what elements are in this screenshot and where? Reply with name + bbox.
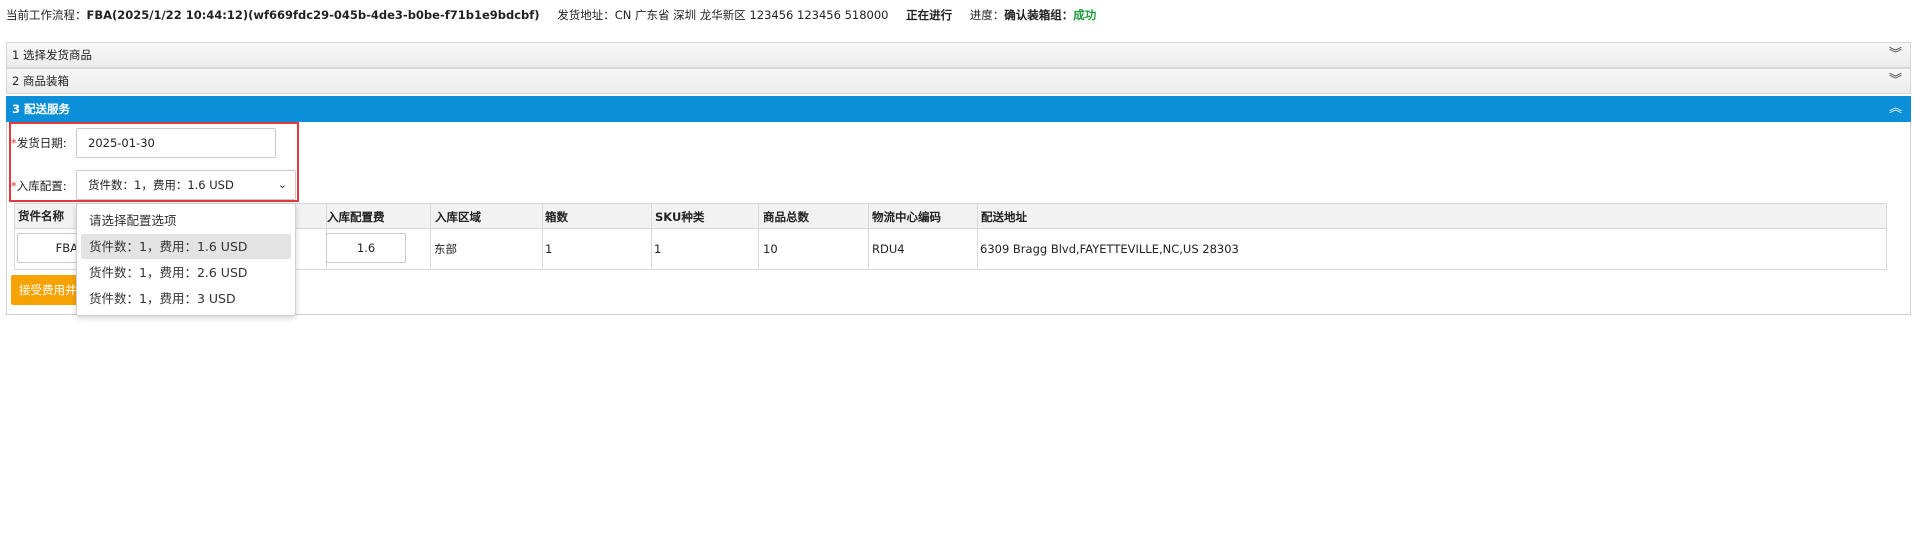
dropdown-option[interactable]: 请选择配置选项 xyxy=(81,208,291,233)
column-divider xyxy=(651,203,652,270)
progress-result: 成功 xyxy=(1073,8,1097,22)
column-divider xyxy=(430,203,431,270)
accept-fee-button[interactable]: 接受费用并 xyxy=(11,275,85,305)
column-header-total-items: 商品总数 xyxy=(763,210,809,224)
highlight-box xyxy=(9,122,299,202)
accordion-step-label: 3 配送服务 xyxy=(12,102,71,116)
column-header-sku-types: SKU种类 xyxy=(655,210,705,224)
shipment-name-input[interactable]: FBA xyxy=(17,233,85,263)
inbound-fee-input[interactable]: 1.6 xyxy=(326,233,406,263)
region-cell: 东部 xyxy=(434,242,457,256)
workflow-status-bar: 当前工作流程：FBA(2025/1/22 10:44:12)(wf669fdc2… xyxy=(6,7,1096,23)
column-header-shipment-name: 货件名称 xyxy=(18,209,64,223)
column-header-address: 配送地址 xyxy=(981,210,1027,224)
chevron-double-down-icon: ︾ xyxy=(1888,73,1902,88)
accordion-step-delivery-service[interactable]: 3 配送服务 ︽ xyxy=(6,96,1911,122)
address-cell: 6309 Bragg Blvd,FAYETTEVILLE,NC,US 28303 xyxy=(980,242,1239,256)
column-header-inbound-fee: 入库配置费 xyxy=(327,210,385,224)
dropdown-option[interactable]: 货件数：1，费用：2.6 USD xyxy=(81,260,291,285)
column-header-boxes: 箱数 xyxy=(545,210,568,224)
accordion-step-label: 1 选择发货商品 xyxy=(12,48,92,62)
ship-from-label: 发货地址： xyxy=(557,8,615,22)
fc-code-cell: RDU4 xyxy=(872,242,905,256)
workflow-label: 当前工作流程： xyxy=(6,8,87,22)
column-divider xyxy=(868,203,869,270)
ship-from-value: CN 广东省 深圳 龙华新区 123456 123456 518000 xyxy=(614,8,889,22)
accordion-step-packing[interactable]: 2 商品装箱 ︾ xyxy=(6,68,1911,94)
inbound-config-dropdown: 请选择配置选项 货件数：1，费用：1.6 USD 货件数：1，费用：2.6 US… xyxy=(76,203,296,316)
workflow-value: FBA(2025/1/22 10:44:12)(wf669fdc29-045b-… xyxy=(86,8,540,22)
chevron-double-up-icon: ︽ xyxy=(1888,101,1902,116)
dropdown-option-selected[interactable]: 货件数：1，费用：1.6 USD xyxy=(81,234,291,259)
column-header-region: 入库区域 xyxy=(435,210,481,224)
accordion-step-select-items[interactable]: 1 选择发货商品 ︾ xyxy=(6,42,1911,68)
column-divider xyxy=(758,203,759,270)
column-divider xyxy=(977,203,978,270)
column-divider xyxy=(542,203,543,270)
accordion-step-label: 2 商品装箱 xyxy=(12,74,69,88)
workflow-state: 正在进行 xyxy=(906,8,953,22)
dropdown-option[interactable]: 货件数：1，费用：3 USD xyxy=(81,286,291,311)
boxes-cell: 1 xyxy=(545,242,553,256)
total-items-cell: 10 xyxy=(763,242,778,256)
column-header-fc-code: 物流中心编码 xyxy=(872,210,941,224)
progress-step: 确认装箱组： xyxy=(1004,8,1074,22)
progress-label: 进度： xyxy=(969,8,1005,22)
chevron-double-down-icon: ︾ xyxy=(1888,47,1902,62)
sku-types-cell: 1 xyxy=(654,242,662,256)
